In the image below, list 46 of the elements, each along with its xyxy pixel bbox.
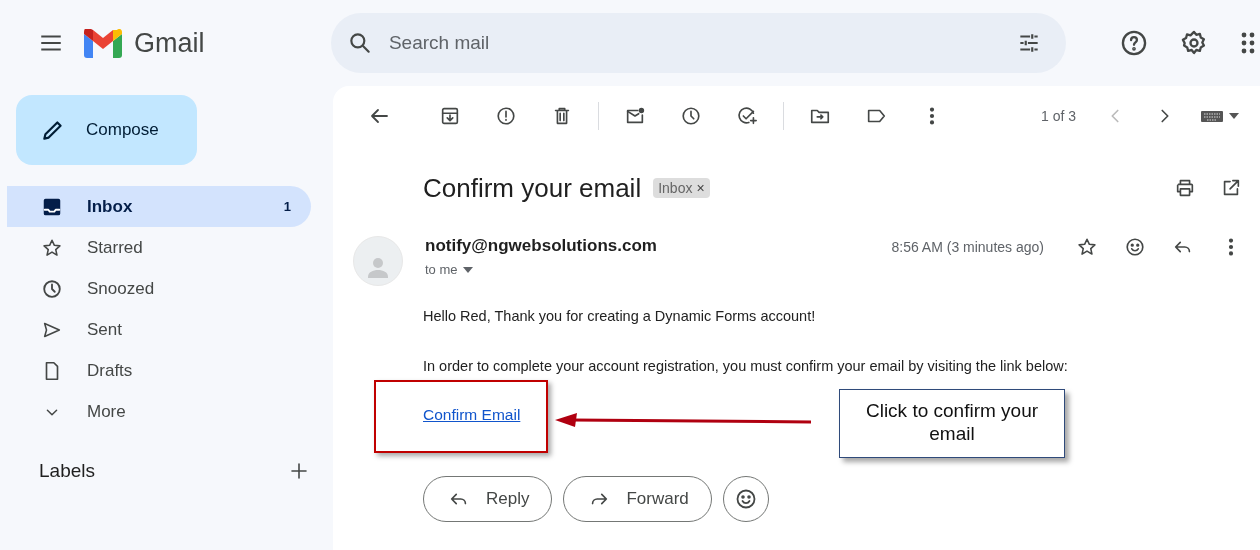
sidebar-item-label: Snoozed	[87, 278, 156, 299]
settings-icon[interactable]	[1180, 29, 1208, 57]
message-time: 8:56 AM (3 minutes ago)	[891, 239, 1044, 255]
emoji-icon[interactable]	[1124, 236, 1146, 258]
sidebar-item[interactable]: Drafts	[7, 350, 311, 391]
email-paragraph: In order to complete your account registration, you must confirm your email by visiting the link below:	[423, 358, 1069, 374]
app-name: Gmail	[134, 27, 205, 59]
pager-text: 1 of 3	[1040, 108, 1076, 124]
report-icon[interactable]	[495, 105, 517, 127]
sidebar-item-label: Sent	[87, 319, 123, 340]
sidebar-item-label: Drafts	[87, 360, 134, 381]
gmail-logo-icon[interactable]	[84, 28, 122, 58]
email-greeting: Hello Red, Thank you for creating a Dynamic Forms account!	[423, 308, 817, 324]
archive-icon[interactable]	[439, 105, 461, 127]
caret-icon[interactable]	[1228, 112, 1240, 120]
labels-heading: Labels	[39, 460, 95, 482]
email-subject: Confirm your email	[423, 172, 642, 204]
sidebar-item[interactable]: Inbox 1	[7, 186, 311, 227]
sidebar-item[interactable]: More	[7, 391, 311, 432]
reply-button[interactable]: Reply	[423, 476, 553, 522]
search-bar[interactable]: Search mail	[330, 13, 1066, 73]
star-icon[interactable]	[1076, 236, 1098, 258]
sidebar-item[interactable]: Snoozed	[7, 268, 311, 309]
search-field[interactable]: Search mail	[386, 31, 1002, 55]
forward-button[interactable]: Forward	[563, 476, 712, 522]
sidebar-item-label: Starred	[87, 237, 144, 258]
callout-box: Click to confirm your email	[839, 389, 1065, 458]
clock-icon[interactable]	[41, 277, 63, 300]
inbox-label-chip[interactable]: Inbox ×	[653, 178, 710, 198]
caret-icon[interactable]	[461, 265, 474, 274]
print-icon[interactable]	[1174, 177, 1196, 199]
sidebar-item-label: Inbox	[87, 196, 134, 217]
avatar	[353, 236, 403, 286]
keyboard-icon[interactable]	[1200, 108, 1224, 124]
help-icon[interactable]	[1120, 29, 1148, 57]
compose-button[interactable]: Compose	[16, 95, 197, 165]
clock-icon[interactable]	[680, 105, 702, 127]
sidebar-item-label: More	[87, 401, 127, 422]
sender-address: notify@ngwebsolutions.com	[425, 236, 658, 256]
recipient-text: to me	[425, 262, 458, 277]
sidebar-item[interactable]: Sent	[7, 309, 311, 350]
check-plus-icon[interactable]	[736, 105, 758, 127]
sidebar-item[interactable]: Starred	[7, 227, 311, 268]
unread-count: 1	[283, 199, 291, 214]
emoji-reaction-button[interactable]	[722, 476, 769, 522]
confirm-email-link[interactable]: Confirm Email	[423, 406, 521, 424]
